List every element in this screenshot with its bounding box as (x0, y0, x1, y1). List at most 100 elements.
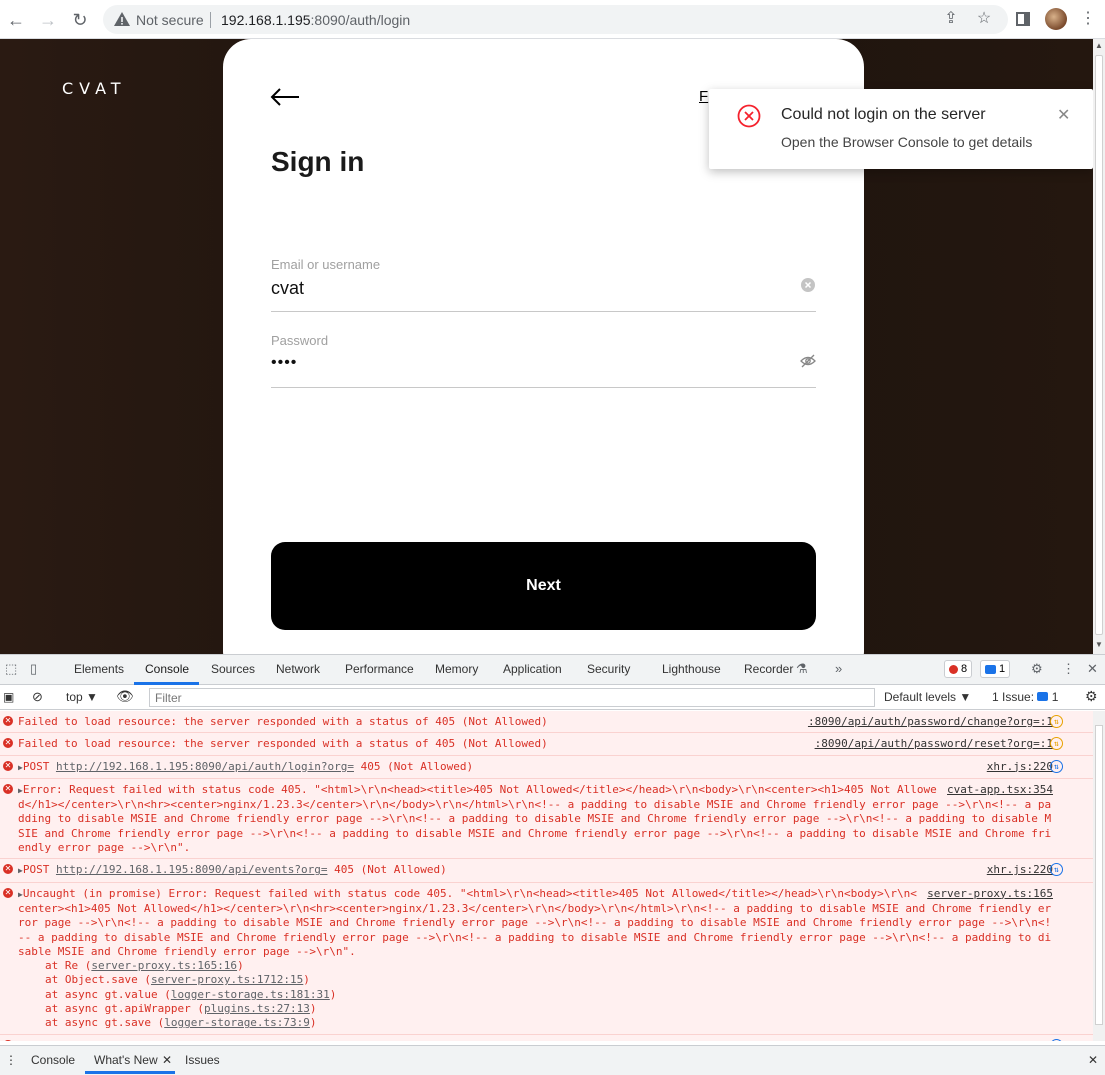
back-arrow-icon[interactable] (269, 81, 301, 113)
tab-sources[interactable]: Sources (211, 662, 255, 676)
page-scrollbar[interactable]: ▲ ▼ (1093, 39, 1105, 654)
password-input[interactable]: •••• (271, 354, 816, 378)
stack-frame: at async gt.apiWrapper (plugins.ts:27:13… (18, 1002, 1053, 1016)
source-link[interactable]: server-proxy.ts:165 (927, 887, 1053, 901)
tab-memory[interactable]: Memory (435, 662, 478, 676)
devtools-drawer: ⋮ Console What's New ✕ Issues ✕ (0, 1045, 1105, 1075)
error-message-text: 405 (Not Allowed) (353, 759, 474, 773)
console-scrollbar[interactable] (1093, 711, 1105, 1041)
eye-hidden-icon[interactable] (800, 353, 816, 369)
error-x-icon: ✕ (3, 864, 13, 875)
source-link[interactable]: xhr.js:220 (987, 760, 1053, 774)
source-link[interactable]: xhr.js:220 (987, 1039, 1053, 1041)
request-initiator-icon[interactable]: ⇅ (1050, 863, 1063, 877)
source-link[interactable]: cvat-app.tsx:354 (947, 783, 1053, 797)
request-url-link[interactable]: http://192.168.1.195:8090/api/auth/login… (56, 760, 354, 773)
drawer-menu-icon[interactable]: ⋮ (5, 1053, 17, 1067)
stack-frame-text: ) (309, 1002, 317, 1016)
error-count-badge[interactable]: 8 (944, 660, 973, 678)
reload-icon[interactable]: ↻ (69, 9, 91, 31)
drawer-tab-console[interactable]: Console (31, 1053, 75, 1067)
error-circle-icon (737, 104, 761, 128)
source-link[interactable]: xhr.js:220 (987, 863, 1053, 877)
context-selector[interactable]: top ▼ (66, 690, 98, 704)
console-toolbar: ▣ ⊘ top ▼ 👁 Filter Default levels ▼ 1 Is… (0, 685, 1105, 710)
close-devtools-icon[interactable]: ✕ (1087, 661, 1098, 677)
tab-application[interactable]: Application (503, 662, 562, 676)
request-url-link[interactable]: http://192.168.1.195:8090/api/events?org… (56, 863, 328, 876)
error-message-text: Uncaught (in promise) Error: Request fai… (18, 886, 1052, 958)
bookmark-star-icon[interactable]: ☆ (973, 8, 995, 30)
request-initiator-icon[interactable]: ⇅ (1050, 737, 1063, 751)
request-url-link[interactable]: http://192.168.1.195:8090/api/events?org… (56, 1039, 328, 1041)
stack-frame-text: ) (237, 959, 244, 973)
menu-kebab-icon[interactable]: ⋮ (1077, 8, 1099, 30)
live-expression-eye-icon[interactable]: 👁 (116, 688, 134, 705)
drawer-tab-issues[interactable]: Issues (185, 1053, 220, 1067)
tab-console[interactable]: Console (145, 662, 189, 676)
close-tab-icon[interactable]: ✕ (162, 1053, 172, 1067)
tab-performance[interactable]: Performance (345, 662, 414, 676)
stack-frame-text: at Object.save ( (45, 973, 151, 987)
address-bar[interactable]: Not secure 192.168.1.195:8090/auth/login (103, 5, 1008, 34)
error-notification: Could not login on the server Open the B… (709, 89, 1093, 169)
stack-frame-link[interactable]: logger-storage.ts:73:9 (164, 1016, 310, 1029)
stack-frame-text: at Re ( (45, 959, 92, 973)
request-initiator-icon[interactable]: ⇅ (1050, 715, 1063, 728)
close-drawer-icon[interactable]: ✕ (1088, 1053, 1098, 1067)
username-input[interactable]: cvat (271, 278, 816, 302)
more-tabs-icon[interactable]: » (835, 661, 842, 676)
error-dot-icon (949, 664, 958, 674)
source-link[interactable]: :8090/api/auth/password/reset?org=:1 (815, 737, 1053, 751)
error-x-icon: ✕ (3, 760, 13, 771)
error-message-text: Error: Request failed with status code 4… (18, 782, 1052, 855)
tab-network[interactable]: Network (276, 662, 320, 676)
inspect-element-icon[interactable]: ⬚ (5, 661, 17, 677)
sidebar-toggle-icon[interactable]: ▣ (3, 690, 14, 704)
stack-frame-link[interactable]: server-proxy.ts:1712:15 (151, 973, 303, 986)
source-link[interactable]: :8090/api/auth/password/change?org=:1 (808, 715, 1053, 729)
profile-avatar[interactable] (1045, 8, 1067, 30)
stack-frame-text: ) (329, 987, 337, 1001)
message-count-badge[interactable]: 1 (980, 660, 1011, 678)
console-scroll-thumb[interactable] (1095, 725, 1103, 1025)
drawer-tab-whats-new[interactable]: What's New (94, 1053, 158, 1067)
close-icon[interactable]: ✕ (1057, 105, 1070, 125)
header-link[interactable]: F (699, 88, 708, 105)
clear-icon[interactable] (800, 277, 816, 293)
log-levels-dropdown[interactable]: Default levels ▼ (884, 690, 971, 704)
filter-input[interactable]: Filter (149, 688, 875, 707)
warning-icon[interactable] (113, 10, 131, 28)
stack-frame-link[interactable]: logger-storage.ts:181:31 (171, 988, 330, 1001)
clear-console-icon[interactable]: ⊘ (32, 689, 43, 705)
tab-lighthouse[interactable]: Lighthouse (662, 662, 721, 676)
url-text[interactable]: 192.168.1.195:8090/auth/login (221, 12, 410, 28)
request-method: POST (22, 759, 56, 773)
password-field[interactable]: Password •••• (271, 333, 816, 388)
scroll-thumb[interactable] (1095, 55, 1103, 635)
tab-recorder[interactable]: Recorder (744, 662, 793, 676)
error-message-text: 405 (Not Allowed) (327, 863, 447, 877)
next-button[interactable]: Next (271, 542, 816, 630)
side-panel-icon[interactable] (1012, 8, 1034, 30)
forward-icon[interactable]: → (37, 9, 59, 31)
devtools-menu-icon[interactable]: ⋮ (1062, 661, 1075, 677)
issues-button[interactable]: 1 Issue: 1 (992, 690, 1058, 704)
back-icon[interactable]: ← (5, 9, 27, 31)
settings-gear-icon[interactable]: ⚙ (1031, 661, 1043, 677)
tab-elements[interactable]: Elements (74, 662, 124, 676)
stack-frame-link[interactable]: server-proxy.ts:165:16 (91, 959, 237, 972)
scroll-down-icon[interactable]: ▼ (1095, 640, 1103, 649)
scroll-up-icon[interactable]: ▲ (1095, 41, 1103, 50)
message-icon (985, 664, 996, 674)
error-message-text: 405 (Not Allowed) (327, 1039, 447, 1041)
device-toggle-icon[interactable]: ▯ (30, 661, 37, 677)
share-icon[interactable]: ⇪ (940, 8, 962, 30)
tab-security[interactable]: Security (587, 662, 630, 676)
console-settings-gear-icon[interactable]: ⚙ (1085, 688, 1098, 705)
security-label[interactable]: Not secure (136, 12, 204, 28)
request-initiator-icon[interactable]: ⇅ (1050, 759, 1063, 773)
stack-frame-text: at async gt.value ( (45, 987, 171, 1001)
stack-frame-link[interactable]: plugins.ts:27:13 (204, 1002, 310, 1015)
username-field[interactable]: Email or username cvat (271, 257, 816, 312)
